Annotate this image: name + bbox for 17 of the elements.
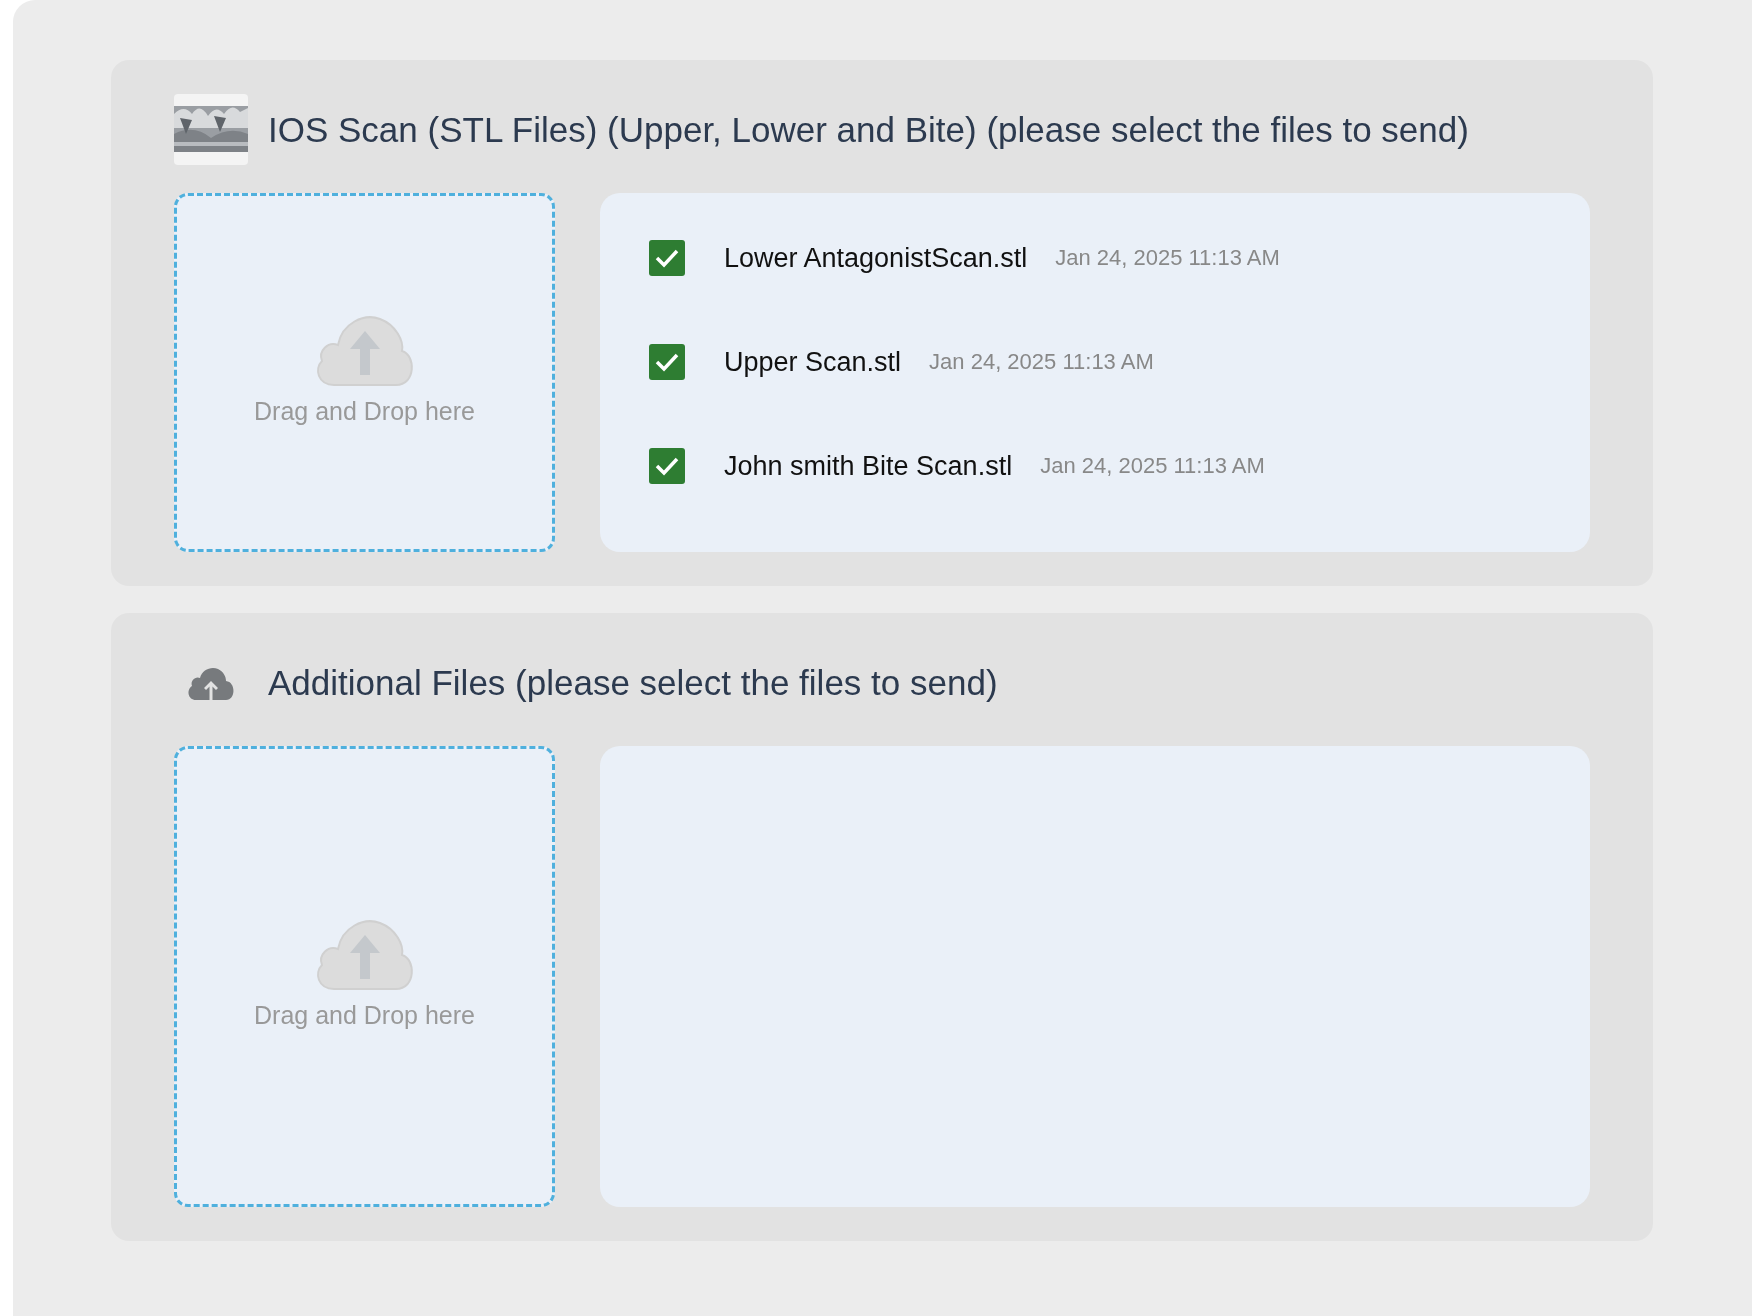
checkbox[interactable]: [649, 448, 685, 484]
cloud-upload-icon: [186, 665, 236, 700]
checkmark-icon: [654, 352, 680, 372]
file-name: John smith Bite Scan.stl: [724, 450, 1013, 482]
drop-zone[interactable]: Drag and Drop here: [174, 746, 555, 1207]
section-title: IOS Scan (STL Files) (Upper, Lower and Bite) (please select the files to send): [268, 109, 1469, 150]
checkbox[interactable]: [649, 344, 685, 380]
file-name: Lower AntagonistScan.stl: [724, 242, 1028, 274]
file-name: Upper Scan.stl: [724, 346, 902, 378]
checkmark-icon: [654, 456, 680, 476]
section-title: Additional Files (please select the files to send): [268, 662, 998, 703]
checkbox[interactable]: [649, 240, 685, 276]
drop-zone[interactable]: Drag and Drop here: [174, 193, 555, 552]
file-date: Jan 24, 2025 11:13 AM: [929, 349, 1154, 375]
file-date: Jan 24, 2025 11:13 AM: [1040, 453, 1265, 479]
file-date: Jan 24, 2025 11:13 AM: [1055, 245, 1280, 271]
checkmark-icon: [654, 248, 680, 268]
